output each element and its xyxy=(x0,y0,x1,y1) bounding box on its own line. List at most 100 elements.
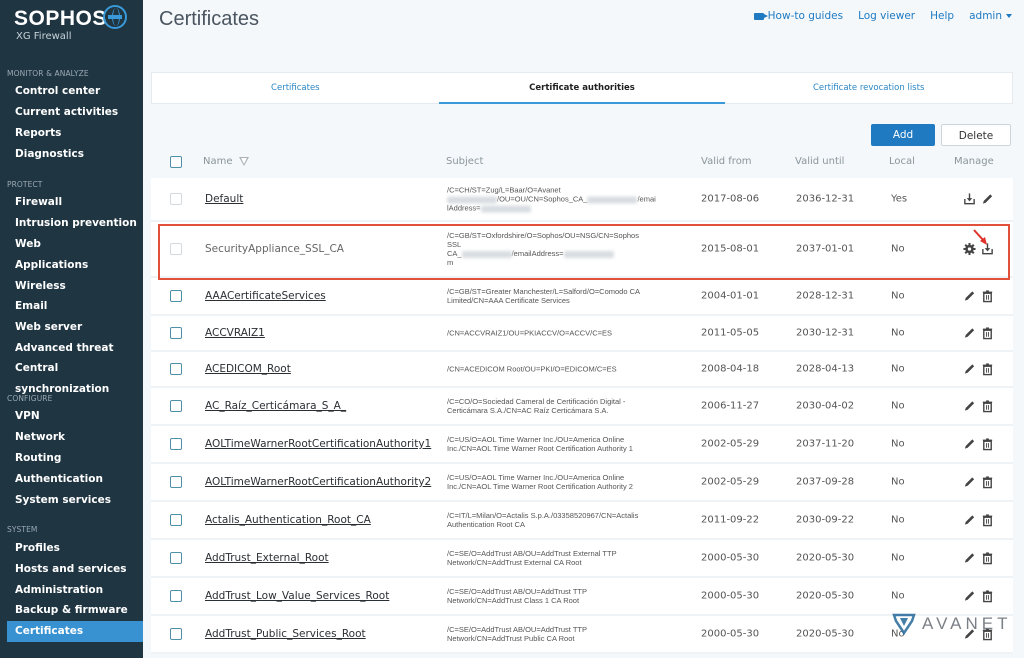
pencil-icon[interactable] xyxy=(963,363,976,376)
trash-icon[interactable] xyxy=(981,327,994,340)
sidebar-item-authentication[interactable]: Authentication xyxy=(7,469,143,490)
certificate-subject: /C=US/O=AOL Time Warner Inc./OU=America … xyxy=(447,473,692,491)
download-icon[interactable] xyxy=(981,243,994,256)
subject-line: Network/CN=AddTrust Class 1 CA Root xyxy=(447,596,580,605)
row-checkbox[interactable] xyxy=(170,327,182,339)
tab-certificates[interactable]: Certificates xyxy=(152,73,439,103)
sidebar-item-reports[interactable]: Reports xyxy=(7,123,143,144)
howto-guides-link[interactable]: How-to guides xyxy=(753,10,844,22)
tab-certificate-revocation-lists[interactable]: Certificate revocation lists xyxy=(725,73,1012,103)
pencil-icon[interactable] xyxy=(963,552,976,565)
sidebar-item-network[interactable]: Network xyxy=(7,427,143,448)
certificate-subject: /C=IT/L=Milan/O=Actalis S.p.A./033585209… xyxy=(447,511,692,529)
sidebar-item-intrusion-prevention[interactable]: Intrusion prevention xyxy=(7,213,143,234)
pencil-icon[interactable] xyxy=(963,590,976,603)
pencil-icon[interactable] xyxy=(963,476,976,489)
certificate-name[interactable]: AOLTimeWarnerRootCertificationAuthority2 xyxy=(205,476,431,488)
delete-button[interactable]: Delete xyxy=(941,124,1011,146)
trash-icon[interactable] xyxy=(981,363,994,376)
sidebar-item-hosts-and-services[interactable]: Hosts and services xyxy=(7,559,143,580)
manage-actions xyxy=(963,476,994,489)
sidebar-item-diagnostics[interactable]: Diagnostics xyxy=(7,144,143,165)
local-flag: No xyxy=(891,290,905,302)
gear-icon[interactable] xyxy=(963,242,976,256)
table-row: AOLTimeWarnerRootCertificationAuthority2… xyxy=(151,464,1013,502)
pencil-icon[interactable] xyxy=(963,327,976,340)
sidebar-item-profiles[interactable]: Profiles xyxy=(7,538,143,559)
sidebar-item-web-server[interactable]: Web server xyxy=(7,317,143,338)
certificate-name[interactable]: AddTrust_Public_Services_Root xyxy=(205,628,366,640)
col-local: Local xyxy=(889,156,915,167)
valid-from: 2015-08-01 xyxy=(701,243,760,255)
row-checkbox[interactable] xyxy=(170,628,182,640)
row-checkbox[interactable] xyxy=(170,363,182,375)
row-checkbox[interactable] xyxy=(170,400,182,412)
trash-icon[interactable] xyxy=(981,514,994,527)
trash-icon[interactable] xyxy=(981,438,994,451)
add-button[interactable]: Add xyxy=(871,124,935,146)
sidebar-item-web[interactable]: Web xyxy=(7,234,143,255)
pencil-icon[interactable] xyxy=(963,514,976,527)
sidebar-section-configure: CONFIGURE xyxy=(7,394,53,403)
valid-until: 2030-12-31 xyxy=(796,327,855,339)
trash-icon[interactable] xyxy=(981,590,994,603)
sidebar-item-certificates[interactable]: Certificates xyxy=(7,621,143,642)
certificate-name[interactable]: Actalis_Authentication_Root_CA xyxy=(205,514,371,526)
table-row: AddTrust_Public_Services_Root/C=SE/O=Add… xyxy=(151,616,1013,654)
sidebar-item-current-activities[interactable]: Current activities xyxy=(7,102,143,123)
row-checkbox[interactable] xyxy=(170,438,182,450)
subject-line: /C=GB/ST=Oxfordshire/O=Sophos/OU=NSG/CN=… xyxy=(447,231,639,240)
valid-from: 2006-11-27 xyxy=(701,400,760,412)
tab-certificate-authorities[interactable]: Certificate authorities xyxy=(438,73,726,104)
certificate-name[interactable]: AAACertificateServices xyxy=(205,290,326,302)
sidebar-item-email[interactable]: Email xyxy=(7,296,143,317)
filter-icon[interactable] xyxy=(238,156,249,166)
row-checkbox[interactable] xyxy=(170,552,182,564)
row-checkbox[interactable] xyxy=(170,590,182,602)
user-menu[interactable]: admin xyxy=(969,10,1012,22)
certificate-name[interactable]: AddTrust_External_Root xyxy=(205,552,329,564)
certificate-name[interactable]: ACCVRAIZ1 xyxy=(205,327,265,339)
valid-from: 2002-05-29 xyxy=(701,438,760,450)
pencil-icon[interactable] xyxy=(981,193,994,206)
sidebar-item-control-center[interactable]: Control center xyxy=(7,81,143,102)
row-checkbox[interactable] xyxy=(170,476,182,488)
sidebar-item-firewall[interactable]: Firewall xyxy=(7,192,143,213)
tab-bar: Certificates Certificate authorities Cer… xyxy=(151,72,1013,104)
sidebar-item-routing[interactable]: Routing xyxy=(7,448,143,469)
sidebar-item-vpn[interactable]: VPN xyxy=(7,406,143,427)
row-checkbox[interactable] xyxy=(170,290,182,302)
sidebar-item-wireless[interactable]: Wireless xyxy=(7,276,143,297)
sidebar-item-central-synchronization[interactable]: Central synchronization xyxy=(7,358,143,395)
trash-icon[interactable] xyxy=(981,290,994,303)
help-link[interactable]: Help xyxy=(930,10,954,22)
valid-until: 2030-09-22 xyxy=(796,514,855,526)
sidebar-item-advanced-threat[interactable]: Advanced threat xyxy=(7,338,143,359)
certificate-subject: /C=GB/ST=Oxfordshire/O=Sophos/OU=NSG/CN=… xyxy=(447,231,692,267)
row-checkbox[interactable] xyxy=(170,514,182,526)
howto-label: How-to guides xyxy=(767,10,844,22)
certificate-name[interactable]: ACEDICOM_Root xyxy=(205,363,291,375)
manage-actions xyxy=(963,552,994,565)
certificate-name[interactable]: Default xyxy=(205,193,243,205)
manage-actions xyxy=(963,242,994,256)
pencil-icon[interactable] xyxy=(963,400,976,413)
trash-icon[interactable] xyxy=(981,552,994,565)
watermark-text: AVANET xyxy=(922,614,1012,633)
sidebar-item-applications[interactable]: Applications xyxy=(7,255,143,276)
certificate-name[interactable]: AOLTimeWarnerRootCertificationAuthority1 xyxy=(205,438,431,450)
certificate-name[interactable]: AC_Raíz_Certicámara_S_A_ xyxy=(205,400,346,412)
sidebar-item-system-services[interactable]: System services xyxy=(7,490,143,511)
pencil-icon[interactable] xyxy=(963,438,976,451)
table-row: ACEDICOM_Root/CN=ACEDICOM Root/OU=PKI/O=… xyxy=(151,352,1013,388)
valid-until: 2030-04-02 xyxy=(796,400,855,412)
certificate-name[interactable]: AddTrust_Low_Value_Services_Root xyxy=(205,590,389,602)
log-viewer-link[interactable]: Log viewer xyxy=(858,10,915,22)
trash-icon[interactable] xyxy=(981,476,994,489)
select-all-checkbox[interactable] xyxy=(170,156,182,168)
sidebar-item-backup-firmware[interactable]: Backup & firmware xyxy=(7,600,143,621)
trash-icon[interactable] xyxy=(981,400,994,413)
sidebar-item-administration[interactable]: Administration xyxy=(7,580,143,601)
pencil-icon[interactable] xyxy=(963,290,976,303)
download-icon[interactable] xyxy=(963,193,976,206)
